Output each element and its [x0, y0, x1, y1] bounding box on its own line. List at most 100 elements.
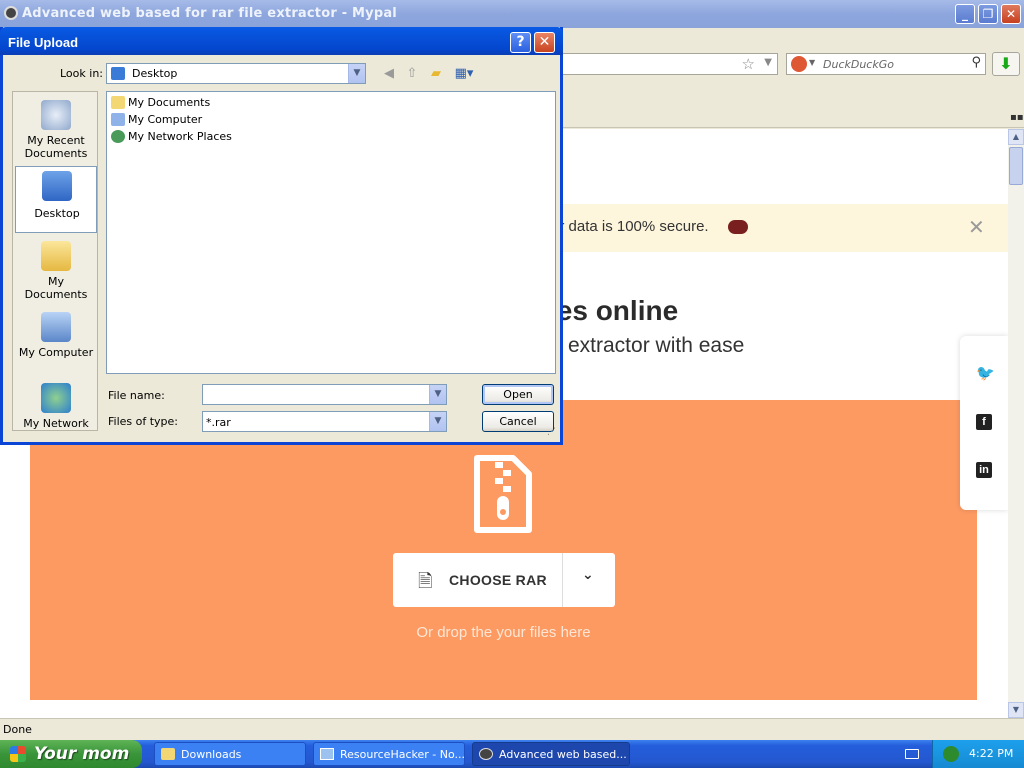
chevron-down-icon[interactable]: ▼ [348, 64, 365, 83]
social-share-bar: 🐦 f in [960, 336, 1008, 510]
browser-title-bar: Advanced web based for rar file extracto… [0, 0, 1024, 28]
taskbar-item-downloads[interactable]: Downloads [154, 742, 306, 766]
add-file-icon: 🗎 [418, 571, 433, 592]
taskbar-item-label: ResourceHacker - No... [340, 748, 465, 761]
file-upload-dialog: File Upload ? ✕ Look in: Desktop ▼ ◀ ⇧ ▰… [0, 27, 563, 445]
facebook-icon[interactable]: f [976, 414, 992, 430]
banner-close-icon[interactable]: ✕ [968, 215, 985, 239]
chevron-down-icon[interactable]: ▼ [429, 385, 446, 404]
help-button[interactable]: ? [510, 32, 531, 53]
upload-drop-area[interactable]: 🗎 CHOOSE RAR ⌄ Or drop the your files he… [30, 400, 977, 700]
chevron-down-icon[interactable]: ▼ [429, 412, 446, 431]
taskbar-item-resourcehacker[interactable]: ResourceHacker - No... [313, 742, 465, 766]
scroll-thumb[interactable] [1009, 147, 1023, 185]
banner-text: ur data is 100% secure. [551, 218, 709, 235]
taskbar: Your mom Downloads ResourceHacker - No..… [0, 740, 1024, 768]
page-subheading: extractor with ease [568, 334, 745, 357]
place-label: My Recent Documents [24, 134, 88, 160]
my-computer-icon [41, 312, 71, 342]
file-type-select[interactable]: *.rar ▼ [202, 411, 447, 432]
cancel-button[interactable]: Cancel [482, 411, 554, 432]
place-desktop[interactable]: Desktop [15, 166, 97, 233]
file-type-value: *.rar [206, 416, 231, 429]
taskbar-item-label: Downloads [181, 748, 242, 761]
place-my-computer[interactable]: My Computer [15, 308, 97, 375]
my-documents-icon [41, 241, 71, 271]
scroll-up-arrow[interactable]: ▲ [1008, 129, 1024, 145]
taskbar-item-label: Advanced web based... [499, 748, 627, 761]
dialog-title: File Upload [8, 35, 79, 50]
dialog-title-bar[interactable]: File Upload ? ✕ [0, 27, 563, 55]
linkedin-icon[interactable]: in [976, 462, 992, 478]
look-in-value: Desktop [132, 67, 178, 80]
search-engine-dropdown-icon[interactable]: ▼ [809, 58, 815, 67]
taskbar-item-browser[interactable]: Advanced web based... [472, 742, 630, 766]
up-folder-icon[interactable]: ⇧ [403, 65, 421, 83]
vertical-scrollbar[interactable]: ▲ ▼ [1008, 129, 1024, 718]
choose-rar-label: CHOOSE RAR [449, 572, 547, 588]
start-label: Your mom [34, 744, 130, 764]
downloads-button[interactable]: ⬇ [992, 52, 1020, 76]
file-name: My Documents [128, 96, 211, 109]
recent-documents-icon [41, 100, 71, 130]
search-bar[interactable]: ▼ DuckDuckGo ⚲ [786, 53, 986, 75]
desktop-icon [111, 67, 125, 80]
bookmark-star-icon[interactable]: ☆ [742, 55, 755, 73]
toolbar-grip-icon: ▪▪ [1010, 112, 1024, 123]
new-folder-icon[interactable]: ▰ [427, 65, 445, 83]
place-recent-documents[interactable]: My Recent Documents [15, 96, 97, 163]
duckduckgo-icon[interactable] [791, 56, 807, 72]
place-my-network[interactable]: My Network [15, 379, 97, 446]
desktop-icon [42, 171, 72, 201]
windows-logo-icon [10, 746, 26, 762]
places-bar: My Recent Documents Desktop My Documents… [12, 91, 98, 431]
view-menu-icon[interactable]: ▦▾ [452, 65, 476, 83]
page-heading: les online [549, 295, 679, 326]
place-label: My Documents [24, 275, 88, 301]
chevron-down-icon[interactable]: ⌄ [582, 567, 594, 583]
minimize-button[interactable]: _ [955, 4, 975, 24]
file-name-label: File name: [108, 389, 165, 402]
dialog-close-button[interactable]: ✕ [534, 32, 555, 53]
restore-button[interactable]: ❐ [978, 4, 998, 24]
open-button[interactable]: Open [482, 384, 554, 405]
notepad-icon [320, 748, 334, 760]
mypal-app-icon [4, 6, 18, 20]
my-network-icon [41, 383, 71, 413]
folder-icon [161, 748, 175, 760]
back-icon[interactable]: ◀ [380, 65, 398, 83]
file-name: My Network Places [128, 130, 232, 143]
close-button[interactable]: ✕ [1001, 4, 1021, 24]
drop-files-hint: Or drop the your files here [416, 624, 591, 641]
mypal-icon [479, 748, 493, 760]
place-label: My Computer [18, 346, 94, 359]
scroll-down-arrow[interactable]: ▼ [1008, 702, 1024, 718]
computer-icon [111, 113, 125, 126]
search-placeholder: DuckDuckGo [823, 58, 894, 71]
search-icon[interactable]: ⚲ [971, 55, 981, 70]
choose-rar-button[interactable]: 🗎 CHOOSE RAR ⌄ [393, 553, 615, 607]
place-label: My Network [23, 417, 89, 430]
place-label: Desktop [34, 207, 80, 220]
folder-icon [111, 96, 125, 109]
file-list[interactable]: My Documents My Computer My Network Plac… [106, 91, 556, 374]
look-in-select[interactable]: Desktop ▼ [106, 63, 366, 84]
status-bar: Done [0, 718, 1024, 740]
file-type-label: Files of type: [108, 415, 179, 428]
zip-file-icon [474, 455, 532, 533]
network-icon [111, 130, 125, 143]
twitter-icon[interactable]: 🐦 [976, 366, 995, 382]
browser-window-title: Advanced web based for rar file extracto… [22, 6, 397, 21]
file-name: My Computer [128, 113, 203, 126]
clock[interactable]: 4:22 PM [969, 747, 1013, 760]
file-name-input[interactable] [202, 384, 447, 405]
status-text: Done [3, 723, 32, 736]
start-button[interactable]: Your mom [0, 740, 142, 768]
url-bar[interactable]: ☆ ▼ [560, 53, 778, 75]
url-dropdown-icon[interactable]: ▼ [764, 57, 772, 68]
resize-grip-icon[interactable]: ⋰ [547, 427, 559, 439]
network-tray-icon[interactable] [943, 746, 959, 762]
keyboard-icon[interactable] [905, 749, 919, 759]
look-in-label: Look in: [60, 67, 103, 80]
place-my-documents[interactable]: My Documents [15, 237, 97, 304]
